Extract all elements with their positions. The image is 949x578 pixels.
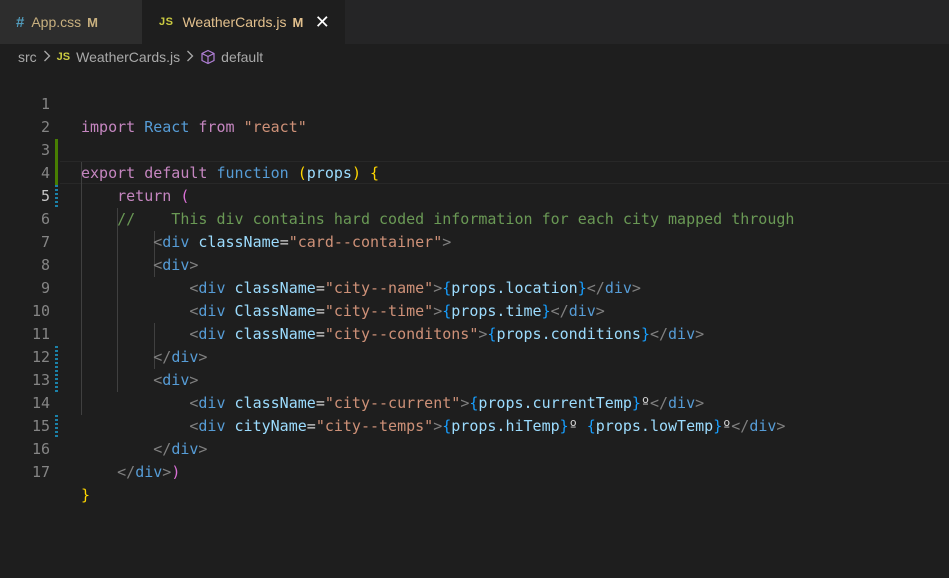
- code-text: }: [81, 486, 91, 504]
- breadcrumb-folder[interactable]: src: [18, 49, 37, 65]
- code-line: 11 </div>: [0, 300, 949, 366]
- modified-badge: M: [87, 14, 98, 30]
- code-line: 12 <div>: [0, 323, 949, 389]
- breadcrumb: src JS WeatherCards.js default: [0, 44, 949, 70]
- code-line: 1 import React from "react": [0, 70, 949, 136]
- tab-bar: # App.css M JS WeatherCards.js M ✕: [0, 0, 949, 44]
- code-line: 17 }: [0, 438, 949, 504]
- tab-app-css[interactable]: # App.css M: [0, 0, 142, 44]
- tab-label: WeatherCards.js: [182, 14, 287, 30]
- code-text: </div>): [117, 463, 181, 481]
- code-line: 7 <div>: [0, 208, 949, 274]
- breadcrumb-symbol[interactable]: default: [221, 49, 263, 65]
- tab-weathercards-js[interactable]: JS WeatherCards.js M ✕: [142, 0, 345, 44]
- modified-badge: M: [292, 14, 304, 30]
- code-line: 6 <div className="card--container">: [0, 185, 949, 251]
- chevron-right-icon: [40, 50, 54, 65]
- js-file-icon: JS: [56, 51, 71, 63]
- code-line: 4 return (: [0, 139, 949, 205]
- js-file-icon: JS: [159, 16, 174, 28]
- line-number: 17: [31, 463, 50, 481]
- code-line: 3 export default function (props) {: [0, 116, 949, 182]
- code-line: 9 <div ClassName="city--time">{props.tim…: [0, 254, 949, 320]
- code-line: 8 <div className="city--name">{props.loc…: [0, 231, 949, 297]
- code-line: 10 <div className="city--conditons">{pro…: [0, 277, 949, 343]
- symbol-cube-icon: [200, 49, 216, 65]
- css-file-icon: #: [16, 13, 25, 31]
- breadcrumb-file[interactable]: WeatherCards.js: [76, 49, 180, 65]
- code-editor[interactable]: 1 import React from "react" 2 3 export d…: [0, 70, 949, 578]
- tab-label: App.css: [31, 14, 82, 30]
- close-icon[interactable]: ✕: [313, 13, 331, 31]
- chevron-right-icon: [183, 50, 197, 65]
- code-line: 2: [0, 93, 949, 136]
- code-line: 5 // This div contains hard coded inform…: [0, 162, 949, 228]
- code-line: 13 <div className="city--current">{props…: [0, 346, 949, 412]
- code-line: 16 </div>): [0, 415, 949, 481]
- code-line: 14 <div cityName="city--temps">{props.hi…: [0, 369, 949, 435]
- code-line: 15 </div>: [0, 392, 949, 458]
- editor-window: # App.css M JS WeatherCards.js M ✕ src J…: [0, 0, 949, 578]
